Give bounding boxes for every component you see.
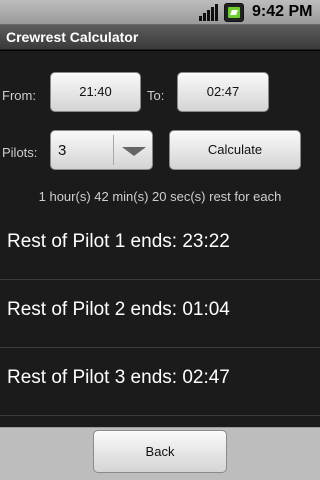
signal-icon — [199, 4, 218, 21]
from-time-value: 21:40 — [79, 84, 112, 99]
pilots-label: Pilots: — [2, 145, 38, 160]
calculate-button[interactable]: Calculate — [169, 130, 301, 170]
result-row[interactable]: Rest of Pilot 2 ends: 01:04 — [0, 280, 320, 348]
dropdown-arrow-icon — [122, 147, 146, 156]
back-button[interactable]: Back — [93, 430, 227, 473]
calculate-label: Calculate — [207, 142, 263, 157]
spinner-divider — [113, 135, 114, 165]
status-bar: 9:42 PM — [0, 0, 320, 25]
app-title: Crewrest Calculator — [6, 29, 139, 45]
back-label: Back — [145, 444, 175, 459]
clock: 9:42 PM — [252, 3, 313, 20]
from-label: From: — [2, 88, 36, 103]
to-time-button[interactable]: 02:47 — [177, 72, 269, 112]
result-row[interactable]: Rest of Pilot 3 ends: 02:47 — [0, 348, 320, 416]
result-label: Rest of Pilot 1 ends: 23:22 — [7, 231, 230, 252]
result-row[interactable]: Rest of Pilot 1 ends: 23:22 — [0, 212, 320, 280]
results-list: Rest of Pilot 1 ends: 23:22 Rest of Pilo… — [0, 212, 320, 416]
from-time-button[interactable]: 21:40 — [50, 72, 141, 112]
to-time-value: 02:47 — [206, 84, 240, 99]
pilots-spinner[interactable]: 3 — [50, 130, 153, 170]
rest-summary: 1 hour(s) 42 min(s) 20 sec(s) rest for e… — [38, 189, 282, 204]
result-label: Rest of Pilot 3 ends: 02:47 — [7, 367, 230, 388]
pilots-value: 3 — [58, 142, 67, 159]
result-label: Rest of Pilot 2 ends: 01:04 — [7, 299, 230, 320]
title-bar: Crewrest Calculator — [0, 25, 320, 50]
battery-icon — [224, 3, 244, 22]
to-label: To: — [147, 88, 165, 103]
